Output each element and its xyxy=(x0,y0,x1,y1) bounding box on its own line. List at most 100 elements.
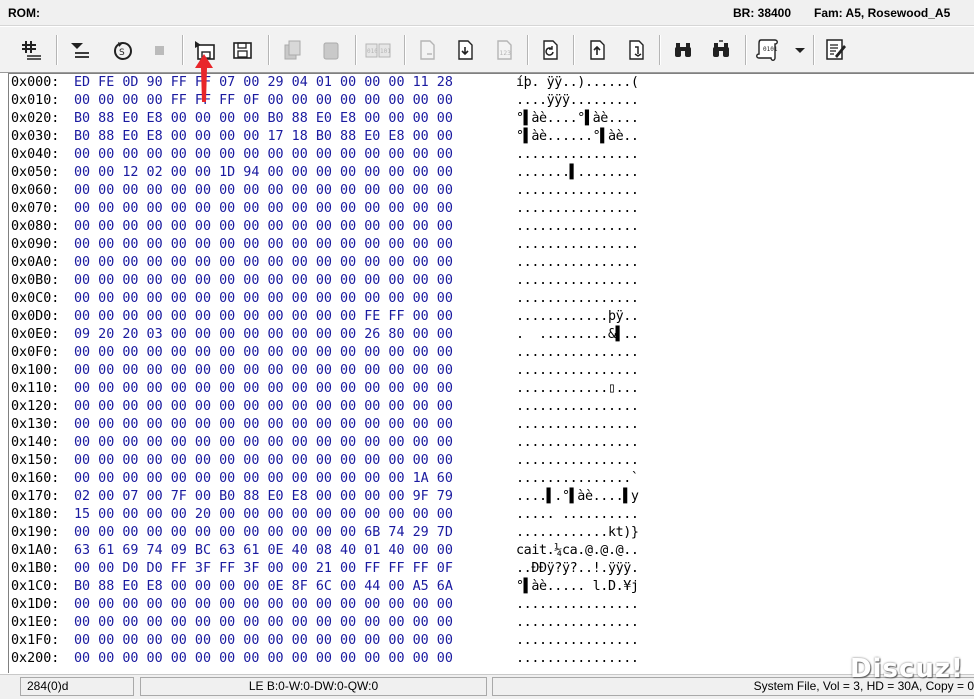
row-bytes[interactable]: 00 00 00 00 00 00 00 00 00 00 00 00 00 0… xyxy=(74,416,453,434)
row-ascii[interactable]: ................ xyxy=(516,182,639,200)
save-icon[interactable] xyxy=(228,35,258,65)
row-bytes[interactable]: 02 00 07 00 7F 00 B0 88 E0 E8 00 00 00 0… xyxy=(74,488,453,506)
row-bytes[interactable]: 00 00 00 00 00 00 00 00 00 00 00 00 00 0… xyxy=(74,650,453,668)
row-ascii[interactable]: ................ xyxy=(516,650,639,668)
row-bytes[interactable]: 00 00 00 00 00 00 00 00 00 00 00 00 00 0… xyxy=(74,380,453,398)
dropdown-icon[interactable] xyxy=(785,35,815,65)
row-bytes[interactable]: 00 00 00 00 00 00 00 00 00 00 00 00 00 0… xyxy=(74,632,453,650)
row-bytes[interactable]: 00 00 00 00 00 00 00 00 00 00 00 00 00 0… xyxy=(74,182,453,200)
row-ascii[interactable]: ................ xyxy=(516,236,639,254)
row-address: 0x200: xyxy=(11,651,60,666)
svg-text:S: S xyxy=(119,48,125,58)
status-bar: 284(0)d LE B:0-W:0-DW:0-QW:0 System File… xyxy=(0,674,974,699)
row-bytes[interactable]: 00 00 00 00 00 00 00 00 00 00 00 00 00 0… xyxy=(74,362,453,380)
row-ascii[interactable]: ............þÿ.. xyxy=(516,308,639,326)
row-bytes[interactable]: 00 00 00 00 00 00 00 00 00 00 00 00 00 0… xyxy=(74,344,453,362)
row-bytes[interactable]: 00 00 12 02 00 00 1D 94 00 00 00 00 00 0… xyxy=(74,164,453,182)
refresh-icon[interactable] xyxy=(535,35,565,65)
row-ascii[interactable]: ................ xyxy=(516,596,639,614)
row-address: 0x100: xyxy=(11,363,60,378)
row-ascii[interactable]: ................ xyxy=(516,200,639,218)
file-icon[interactable] xyxy=(412,35,442,65)
row-bytes[interactable]: 00 00 00 00 00 00 00 00 00 00 00 00 00 0… xyxy=(74,254,453,272)
compare-icon[interactable]: 010 101 xyxy=(363,35,393,65)
row-bytes[interactable]: 00 00 D0 D0 FF 3F FF 3F 00 00 21 00 FF F… xyxy=(74,560,453,578)
row-bytes[interactable]: B0 88 E0 E8 00 00 00 00 17 18 B0 88 E0 E… xyxy=(74,128,453,146)
row-ascii[interactable]: ................ xyxy=(516,146,639,164)
svg-text:123: 123 xyxy=(500,50,512,57)
row-ascii[interactable]: ................ xyxy=(516,452,639,470)
download-icon[interactable] xyxy=(450,35,480,65)
row-ascii[interactable]: ...............` xyxy=(516,470,639,488)
row-ascii[interactable]: ............kt)} xyxy=(516,524,639,542)
row-bytes[interactable]: 00 00 00 00 00 00 00 00 00 00 00 00 00 0… xyxy=(74,398,453,416)
row-address: 0x150: xyxy=(11,453,60,468)
row-bytes[interactable]: 00 00 00 00 00 00 00 00 00 00 00 00 00 0… xyxy=(74,218,453,236)
row-ascii[interactable]: ................ xyxy=(516,632,639,650)
row-ascii[interactable]: ..ÐÐÿ?ÿ?..!.ÿÿÿ. xyxy=(516,560,639,578)
row-ascii[interactable]: °▌àè......°▌àè.. xyxy=(516,128,639,146)
row-bytes[interactable]: 00 00 00 00 00 00 00 00 00 00 00 00 00 0… xyxy=(74,146,453,164)
row-address: 0x180: xyxy=(11,507,60,522)
numbers-icon[interactable]: 123 xyxy=(489,35,519,65)
row-address: 0x160: xyxy=(11,471,60,486)
row-bytes[interactable]: 00 00 00 00 00 00 00 00 00 00 00 00 00 0… xyxy=(74,272,453,290)
row-bytes[interactable]: B0 88 E0 E8 00 00 00 00 0E 8F 6C 00 44 0… xyxy=(74,578,453,596)
row-ascii[interactable]: ................ xyxy=(516,344,639,362)
watermark: Discuz! xyxy=(850,654,964,684)
row-ascii[interactable]: ................ xyxy=(516,218,639,236)
cursor-position: 284(0)d xyxy=(20,677,134,696)
send-icon[interactable] xyxy=(621,35,651,65)
script-icon[interactable]: 0101 xyxy=(754,35,784,65)
edit-icon[interactable] xyxy=(821,35,851,65)
row-ascii[interactable]: ................ xyxy=(516,362,639,380)
row-address: 0x190: xyxy=(11,525,60,540)
row-bytes[interactable]: 00 00 00 00 00 00 00 00 00 00 00 00 6B 7… xyxy=(74,524,453,542)
row-bytes[interactable]: 00 00 00 00 00 00 00 00 00 00 00 00 00 0… xyxy=(74,470,453,488)
row-ascii[interactable]: ....▌.°▌àè....▌y xyxy=(516,488,639,506)
row-bytes[interactable]: 00 00 00 00 00 00 00 00 00 00 00 00 00 0… xyxy=(74,596,453,614)
row-bytes[interactable]: B0 88 E0 E8 00 00 00 00 B0 88 E0 E8 00 0… xyxy=(74,110,453,128)
row-bytes[interactable]: 15 00 00 00 00 20 00 00 00 00 00 00 00 0… xyxy=(74,506,453,524)
row-address: 0x0A0: xyxy=(11,255,60,270)
row-bytes[interactable]: ED FE 0D 90 FF FF 07 00 29 04 01 00 00 0… xyxy=(74,74,453,92)
row-address: 0x020: xyxy=(11,111,60,126)
row-ascii[interactable]: ............▯... xyxy=(516,380,639,398)
row-ascii[interactable]: . .........&▌.. xyxy=(516,326,639,344)
row-ascii[interactable]: °▌àè....°▌àè.... xyxy=(516,110,639,128)
row-bytes[interactable]: 00 00 00 00 FF FF FF 0F 00 00 00 00 00 0… xyxy=(74,92,453,110)
stop-icon[interactable] xyxy=(144,35,174,65)
row-ascii[interactable]: .......▌........ xyxy=(516,164,639,182)
row-ascii[interactable]: ................ xyxy=(516,434,639,452)
find-icon[interactable] xyxy=(668,35,698,65)
verify-icon[interactable]: S xyxy=(108,35,138,65)
row-bytes[interactable]: 00 00 00 00 00 00 00 00 00 00 00 00 00 0… xyxy=(74,434,453,452)
row-bytes[interactable]: 63 61 69 74 09 BC 63 61 0E 40 08 40 01 4… xyxy=(74,542,453,560)
row-ascii[interactable]: cait.¼ca.@.@.@.. xyxy=(516,542,639,560)
row-ascii[interactable]: íþ. ÿÿ..)......( xyxy=(516,74,639,92)
hex-editor[interactable]: 0x000: ED FE 0D 90 FF FF 07 00 29 04 01 0… xyxy=(8,73,974,673)
find-next-icon[interactable] xyxy=(706,35,736,65)
row-bytes[interactable]: 00 00 00 00 00 00 00 00 00 00 00 00 00 0… xyxy=(74,614,453,632)
row-ascii[interactable]: ................ xyxy=(516,398,639,416)
row-bytes[interactable]: 00 00 00 00 00 00 00 00 00 00 00 00 FE F… xyxy=(74,308,453,326)
row-ascii[interactable]: ....ÿÿÿ......... xyxy=(516,92,639,110)
row-ascii[interactable]: ................ xyxy=(516,254,639,272)
row-bytes[interactable]: 00 00 00 00 00 00 00 00 00 00 00 00 00 0… xyxy=(74,236,453,254)
read-icon[interactable] xyxy=(64,35,94,65)
copy-icon[interactable] xyxy=(277,35,307,65)
row-bytes[interactable]: 09 20 20 03 00 00 00 00 00 00 00 00 26 8… xyxy=(74,326,453,344)
hash-icon[interactable] xyxy=(16,35,46,65)
upload-icon[interactable] xyxy=(582,35,612,65)
row-ascii[interactable]: ................ xyxy=(516,614,639,632)
title-bar: ROM: BR: 38400 Fam: A5, Rosewood_A5 xyxy=(0,0,974,26)
row-ascii[interactable]: ................ xyxy=(516,416,639,434)
row-bytes[interactable]: 00 00 00 00 00 00 00 00 00 00 00 00 00 0… xyxy=(74,452,453,470)
row-bytes[interactable]: 00 00 00 00 00 00 00 00 00 00 00 00 00 0… xyxy=(74,290,453,308)
row-bytes[interactable]: 00 00 00 00 00 00 00 00 00 00 00 00 00 0… xyxy=(74,200,453,218)
row-ascii[interactable]: ..... .......... xyxy=(516,506,639,524)
row-ascii[interactable]: °▌àè..... l.D.¥j xyxy=(516,578,639,596)
row-ascii[interactable]: ................ xyxy=(516,272,639,290)
row-ascii[interactable]: ................ xyxy=(516,290,639,308)
paste-icon[interactable] xyxy=(316,35,346,65)
